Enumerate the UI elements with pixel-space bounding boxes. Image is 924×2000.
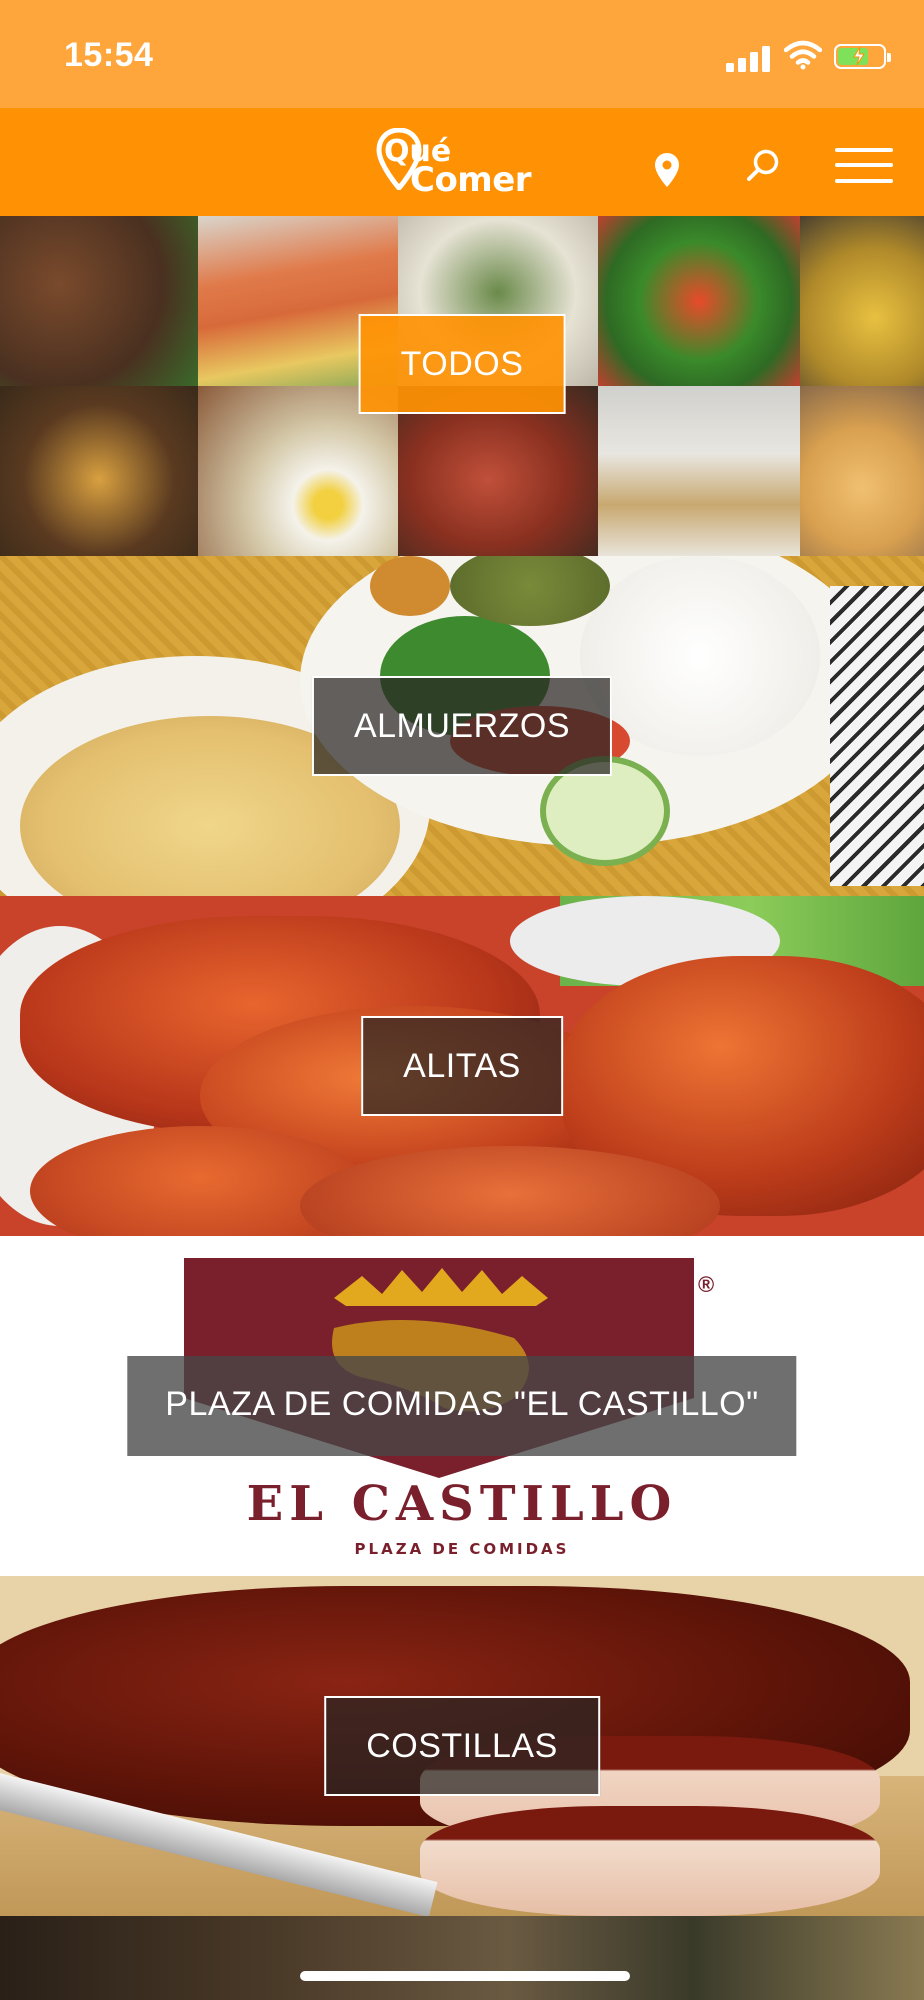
status-icons [726,40,891,72]
category-next-partial[interactable] [0,1916,924,2000]
cellular-signal-icon [726,42,772,72]
wifi-icon [784,40,822,70]
category-label-todos[interactable]: TODOS [358,314,566,414]
category-almuerzos[interactable]: ALMUERZOS [0,556,924,896]
home-indicator[interactable] [300,1971,630,1981]
category-label-almuerzos[interactable]: ALMUERZOS [311,676,613,776]
que-comer-logo[interactable]: Qué Comer [376,126,556,200]
castillo-tagline: PLAZA DE COMIDAS [354,1540,570,1558]
hamburger-menu-icon[interactable] [835,148,893,184]
battery-icon [834,44,891,69]
category-label-costillas[interactable]: COSTILLAS [324,1696,600,1796]
registered-mark: ® [698,1272,715,1297]
next-category-image [0,1916,924,2000]
search-icon[interactable] [746,148,780,182]
app-header: Qué Comer [0,108,924,216]
category-plaza-el-castillo[interactable]: ® EL CASTILLO PLAZA DE COMIDAS PLAZA DE … [0,1236,924,1576]
status-bar: 15:54 [0,0,924,108]
category-alitas[interactable]: ALITAS [0,896,924,1236]
location-pin-icon[interactable] [654,152,680,188]
category-label-plaza-el-castillo[interactable]: PLAZA DE COMIDAS "EL CASTILLO" [127,1356,797,1456]
castillo-brand-name: EL CASTILLO [246,1476,678,1532]
status-time: 15:54 [64,36,154,74]
category-todos[interactable]: TODOS [0,216,924,556]
logo-text-comer: Comer [410,160,532,200]
category-label-alitas[interactable]: ALITAS [361,1016,563,1116]
category-costillas[interactable]: COSTILLAS [0,1576,924,1916]
